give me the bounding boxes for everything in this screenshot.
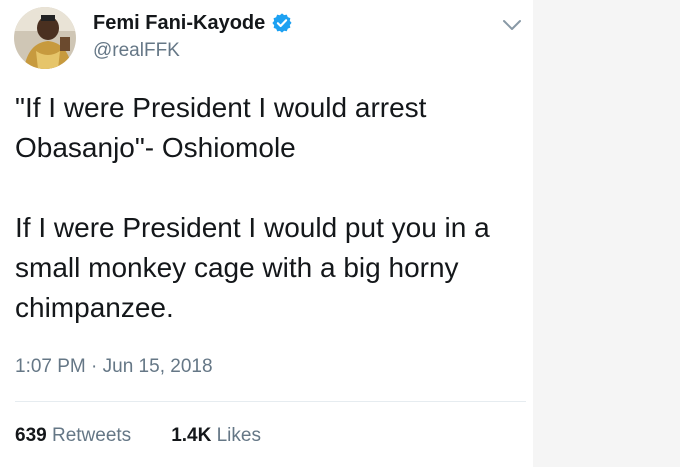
tweet-paragraph: "If I were President I would arrest Obas… bbox=[15, 92, 427, 163]
display-name[interactable]: Femi Fani-Kayode bbox=[93, 11, 265, 35]
tweet-stats: 639 Retweets 1.4K Likes bbox=[15, 424, 301, 448]
tweet-paragraph: If I were President I would put you in a… bbox=[15, 212, 490, 323]
tweet-text: "If I were President I would arrest Obas… bbox=[15, 88, 520, 328]
retweets-stat[interactable]: 639 Retweets bbox=[15, 424, 131, 448]
divider bbox=[15, 401, 526, 402]
retweets-count: 639 bbox=[15, 425, 52, 446]
likes-label: Likes bbox=[216, 425, 261, 446]
tweet-card: Femi Fani-Kayode @realFFK "If I were Pre… bbox=[0, 0, 533, 467]
avatar-image bbox=[14, 7, 76, 69]
chevron-down-icon[interactable] bbox=[500, 13, 524, 37]
likes-stat[interactable]: 1.4K Likes bbox=[171, 424, 261, 448]
display-name-row: Femi Fani-Kayode bbox=[93, 11, 293, 35]
retweets-label: Retweets bbox=[51, 425, 132, 446]
likes-count: 1.4K bbox=[171, 425, 217, 446]
avatar[interactable] bbox=[14, 7, 76, 69]
user-handle[interactable]: @realFFK bbox=[93, 40, 180, 62]
tweet-timestamp[interactable]: 1:07 PM · Jun 15, 2018 bbox=[15, 355, 213, 379]
verified-badge-icon bbox=[271, 12, 293, 34]
